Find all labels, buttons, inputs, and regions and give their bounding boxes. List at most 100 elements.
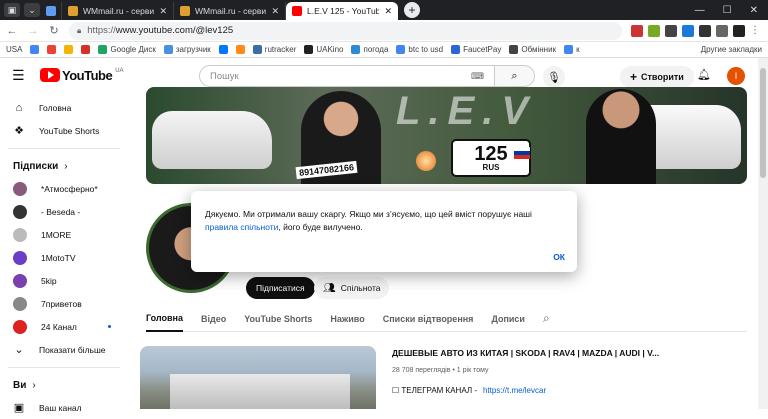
url-field[interactable]: 🔒︎ https://www.youtube.com/@lev125: [69, 21, 622, 40]
bookmark-favicon-icon: [304, 45, 314, 54]
bookmark-favicon-icon: [218, 45, 228, 54]
bookmark-item[interactable]: [218, 45, 228, 54]
bookmark-item[interactable]: USA: [6, 45, 22, 54]
extension-icon[interactable]: [699, 24, 711, 37]
voice-search-button[interactable]: 🎙︎: [543, 66, 565, 88]
browser-tab[interactable]: WMmail.ru - сервис почтов✕: [62, 2, 174, 20]
extension-icon[interactable]: [733, 24, 745, 37]
dialog-ok-button[interactable]: ОК: [553, 252, 565, 262]
sidebar-item-your-channel[interactable]: ▣ Ваш канал: [0, 396, 128, 419]
community-button[interactable]: 👥︎ Спільнота: [314, 277, 390, 299]
keyboard-icon[interactable]: ⌨: [471, 71, 484, 82]
community-guidelines-link[interactable]: правила спільноти: [205, 222, 278, 232]
new-content-dot: [108, 325, 111, 328]
extension-icon[interactable]: [631, 24, 643, 37]
telegram-link[interactable]: https://t.me/levcar: [483, 386, 546, 395]
bookmark-item[interactable]: UAKino: [304, 45, 343, 54]
show-more-button[interactable]: ⌄ Показати більше: [0, 338, 128, 361]
tab-list-chevron-icon[interactable]: ⌄: [24, 3, 40, 17]
bookmark-item[interactable]: [64, 45, 74, 54]
hamburger-menu-icon[interactable]: ☰: [12, 67, 28, 84]
bookmark-item[interactable]: btc to usd: [396, 45, 443, 54]
chevron-down-icon: ⌄: [14, 344, 24, 356]
channel-tab[interactable]: Списки відтворення: [383, 306, 474, 332]
extension-icon[interactable]: [716, 24, 728, 37]
url-path: www.youtube.com/@lev125: [115, 25, 234, 36]
minimize-icon[interactable]: —: [695, 5, 705, 16]
subscribe-button[interactable]: Підписатися: [246, 277, 315, 299]
bookmark-item[interactable]: rutracker: [252, 45, 296, 54]
browser-tab[interactable]: WMmail.ru - сервис почтов✕: [174, 2, 286, 20]
bookmark-item[interactable]: Обмінник: [509, 45, 556, 54]
close-tab-icon[interactable]: ✕: [271, 6, 279, 17]
bookmark-item[interactable]: FaucetPay: [451, 45, 501, 54]
sidebar-item-home[interactable]: ⌂ Головна: [0, 96, 128, 119]
you-heading[interactable]: Ви ›: [0, 374, 128, 396]
subscription-item[interactable]: 1MORE: [0, 223, 128, 246]
close-tab-icon[interactable]: ✕: [384, 6, 392, 17]
bookmark-favicon-icon: [81, 45, 91, 54]
subscription-item[interactable]: 5kip: [0, 269, 128, 292]
channel-tab[interactable]: Наживо: [330, 306, 364, 332]
channel-tabs: Головна Відео YouTube Shorts Наживо Списки в…: [146, 306, 747, 332]
subscription-item[interactable]: - Beseda -: [0, 200, 128, 223]
scrollbar-thumb[interactable]: [760, 68, 766, 178]
create-button[interactable]: + Створити: [620, 66, 694, 88]
people-icon: 👥︎: [323, 282, 336, 294]
video-title[interactable]: ДЕШЕВЫЕ АВТО ИЗ КИТАЯ | SKODA | RAV4 | M…: [392, 348, 659, 358]
channel-tab[interactable]: Відео: [201, 306, 226, 332]
video-thumbnail[interactable]: [140, 346, 376, 409]
browser-menu-icon[interactable]: ⋮: [750, 25, 762, 37]
other-bookmarks[interactable]: Другие закладки: [701, 45, 762, 54]
browser-tab-bar: ▣ ⌄ WMmail.ru - сервис почтов✕WMmail.ru …: [0, 0, 768, 20]
page-scrollbar[interactable]: [758, 58, 768, 409]
subscription-item[interactable]: 7приветов: [0, 292, 128, 315]
channel-search-icon[interactable]: ⌕: [543, 311, 550, 326]
bookmark-item[interactable]: к: [564, 45, 580, 54]
subscription-item[interactable]: 1MotoTV: [0, 246, 128, 269]
extension-icon[interactable]: [665, 24, 677, 37]
reload-icon[interactable]: ↻: [48, 24, 60, 37]
browser-menu-button[interactable]: ▣: [4, 3, 20, 17]
account-avatar[interactable]: I: [727, 67, 745, 85]
sidebar-divider: [8, 367, 120, 368]
new-tab-button[interactable]: +: [404, 1, 420, 18]
tab-favicon-icon: [180, 6, 190, 16]
forward-arrow-icon[interactable]: →: [27, 25, 39, 37]
youtube-logo[interactable]: YouTube UA: [40, 68, 124, 83]
bookmark-item[interactable]: [81, 45, 91, 54]
channel-tab[interactable]: Головна: [146, 306, 183, 332]
subscriptions-heading[interactable]: Підписки ›: [0, 155, 128, 177]
browser-tab[interactable]: [40, 2, 62, 20]
bookmark-item[interactable]: [30, 45, 40, 54]
search-input[interactable]: Пошук ⌨: [199, 65, 495, 87]
channel-tab[interactable]: Дописи: [491, 306, 525, 332]
extension-icon[interactable]: [682, 24, 694, 37]
sidebar-item-shorts[interactable]: ❖ YouTube Shorts: [0, 119, 128, 142]
channel-tab[interactable]: YouTube Shorts: [244, 306, 312, 332]
bookmark-item[interactable]: Google Диск: [98, 45, 156, 54]
chevron-right-icon: ›: [32, 379, 36, 391]
bookmark-item[interactable]: [47, 45, 57, 54]
bookmark-item[interactable]: загрузчик: [163, 45, 211, 54]
close-tab-icon[interactable]: ✕: [159, 6, 167, 17]
maximize-icon[interactable]: ☐: [723, 5, 732, 16]
bookmark-item[interactable]: [235, 45, 245, 54]
banner-decoration: [416, 151, 436, 171]
search-button[interactable]: ⌕: [495, 65, 535, 87]
subscription-item[interactable]: *Атмосферно*: [0, 177, 128, 200]
bookmark-favicon-icon: [235, 45, 245, 54]
thumbnail-building: [170, 374, 350, 409]
search-box: Пошук ⌨ ⌕: [199, 65, 535, 87]
browser-tab[interactable]: L.E.V 125 - YouTube ✕: [286, 2, 398, 20]
channel-icon: ▣: [13, 402, 25, 414]
channel-avatar-icon: [13, 227, 27, 242]
bookmark-favicon-icon: [396, 45, 406, 54]
notifications-bell-icon[interactable]: 🔔︎: [697, 68, 711, 81]
close-window-icon[interactable]: ✕: [750, 5, 758, 16]
extension-icon[interactable]: [648, 24, 660, 37]
bookmark-item[interactable]: погода: [351, 45, 388, 54]
chevron-right-icon: ›: [64, 160, 68, 172]
back-arrow-icon[interactable]: ←: [6, 25, 18, 37]
subscription-item[interactable]: 24 Канал: [0, 315, 128, 338]
